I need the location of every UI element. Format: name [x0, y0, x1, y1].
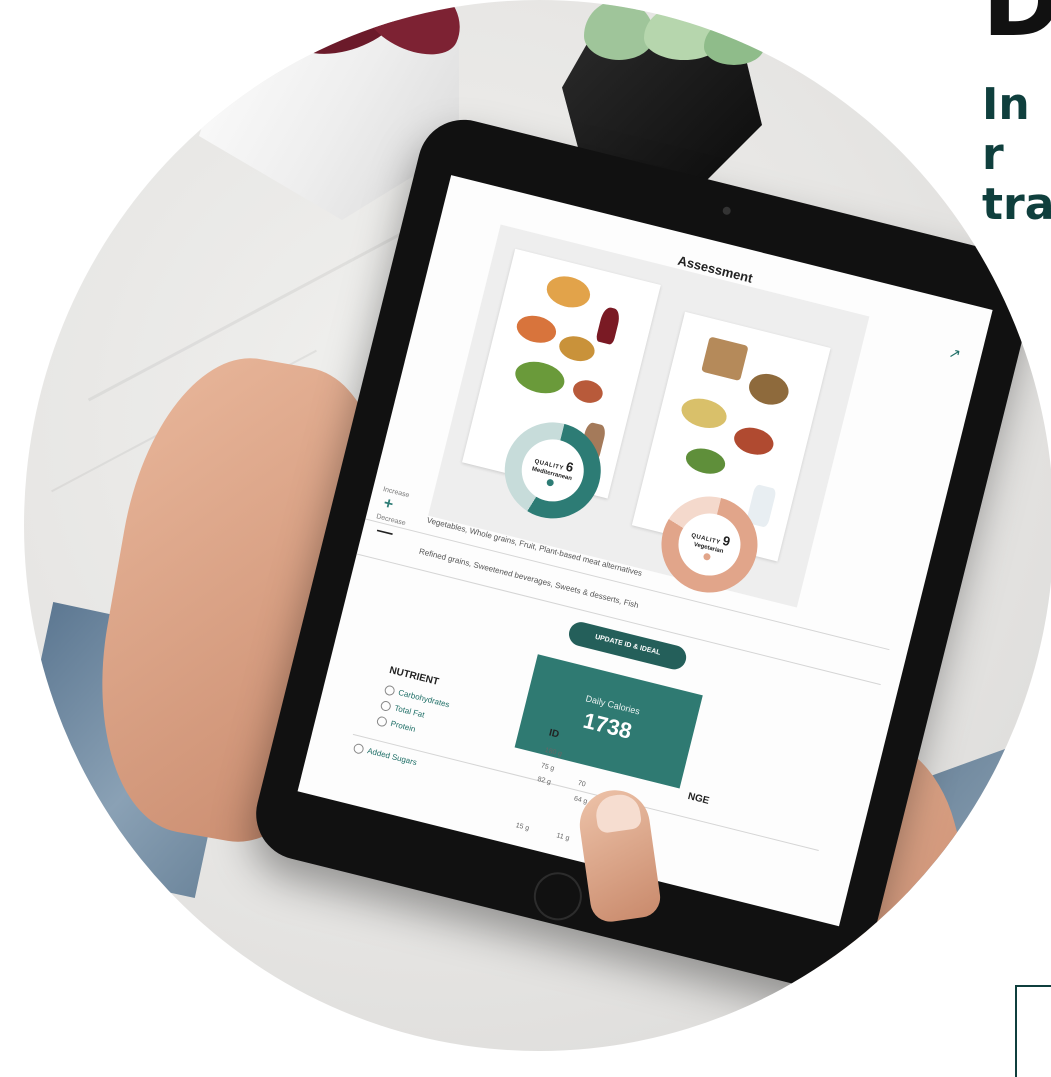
headline-title: D [982, 0, 1051, 58]
succulent-leaf [704, 20, 764, 65]
nutrient-name: Total Fat [393, 703, 426, 720]
column-header-change: NGE [686, 790, 711, 807]
quality-score: 9 [721, 532, 733, 549]
cell-other: 70 [576, 779, 587, 789]
salad-plate [511, 356, 568, 399]
succulent-leaf [584, 0, 654, 60]
camera-dot [721, 205, 732, 216]
info-icon[interactable] [352, 742, 365, 755]
food-item [556, 332, 598, 365]
plus-icon: + [381, 494, 395, 514]
update-id-ideal-button[interactable]: UPDATE ID & IDEAL [566, 619, 689, 672]
home-button[interactable] [528, 867, 587, 926]
nutrient-header: NUTRIENT [388, 665, 440, 688]
headline-subtitle-line-1: In r [982, 79, 1030, 180]
cell-id: 75 g [540, 762, 556, 773]
minus-icon: — [375, 521, 395, 543]
nutrient-row[interactable]: Protein [375, 715, 417, 734]
burger [745, 369, 792, 409]
food-item [731, 423, 777, 459]
cell-id: 15 g [514, 822, 530, 833]
share-icon[interactable]: ↗ [947, 344, 967, 362]
cell-other: 11 g [555, 832, 571, 843]
info-icon[interactable] [379, 699, 392, 713]
cell-id: 82 g [536, 776, 552, 787]
food-item [678, 394, 730, 433]
food-item [513, 311, 559, 347]
headline-subtitle: In r tra [982, 80, 1051, 230]
info-icon[interactable] [383, 684, 396, 697]
wine-glass [595, 305, 622, 346]
outline-frame [1015, 985, 1051, 1077]
nutrient-row[interactable]: Added Sugars [352, 742, 418, 768]
info-dot-icon[interactable] [702, 551, 711, 561]
headline-subtitle-line-2: tra [982, 179, 1051, 230]
info-dot-icon[interactable] [545, 477, 555, 487]
food-item [683, 444, 728, 478]
food-item [543, 272, 594, 312]
photo-circle: Assessment ↗ QUALITY6 Mediterranean QUAL… [24, 0, 1051, 1051]
nutrient-name: Protein [389, 718, 417, 734]
food-item [570, 377, 606, 406]
food-item [701, 336, 749, 382]
quality-score: 6 [564, 458, 576, 475]
info-icon[interactable] [375, 715, 388, 728]
